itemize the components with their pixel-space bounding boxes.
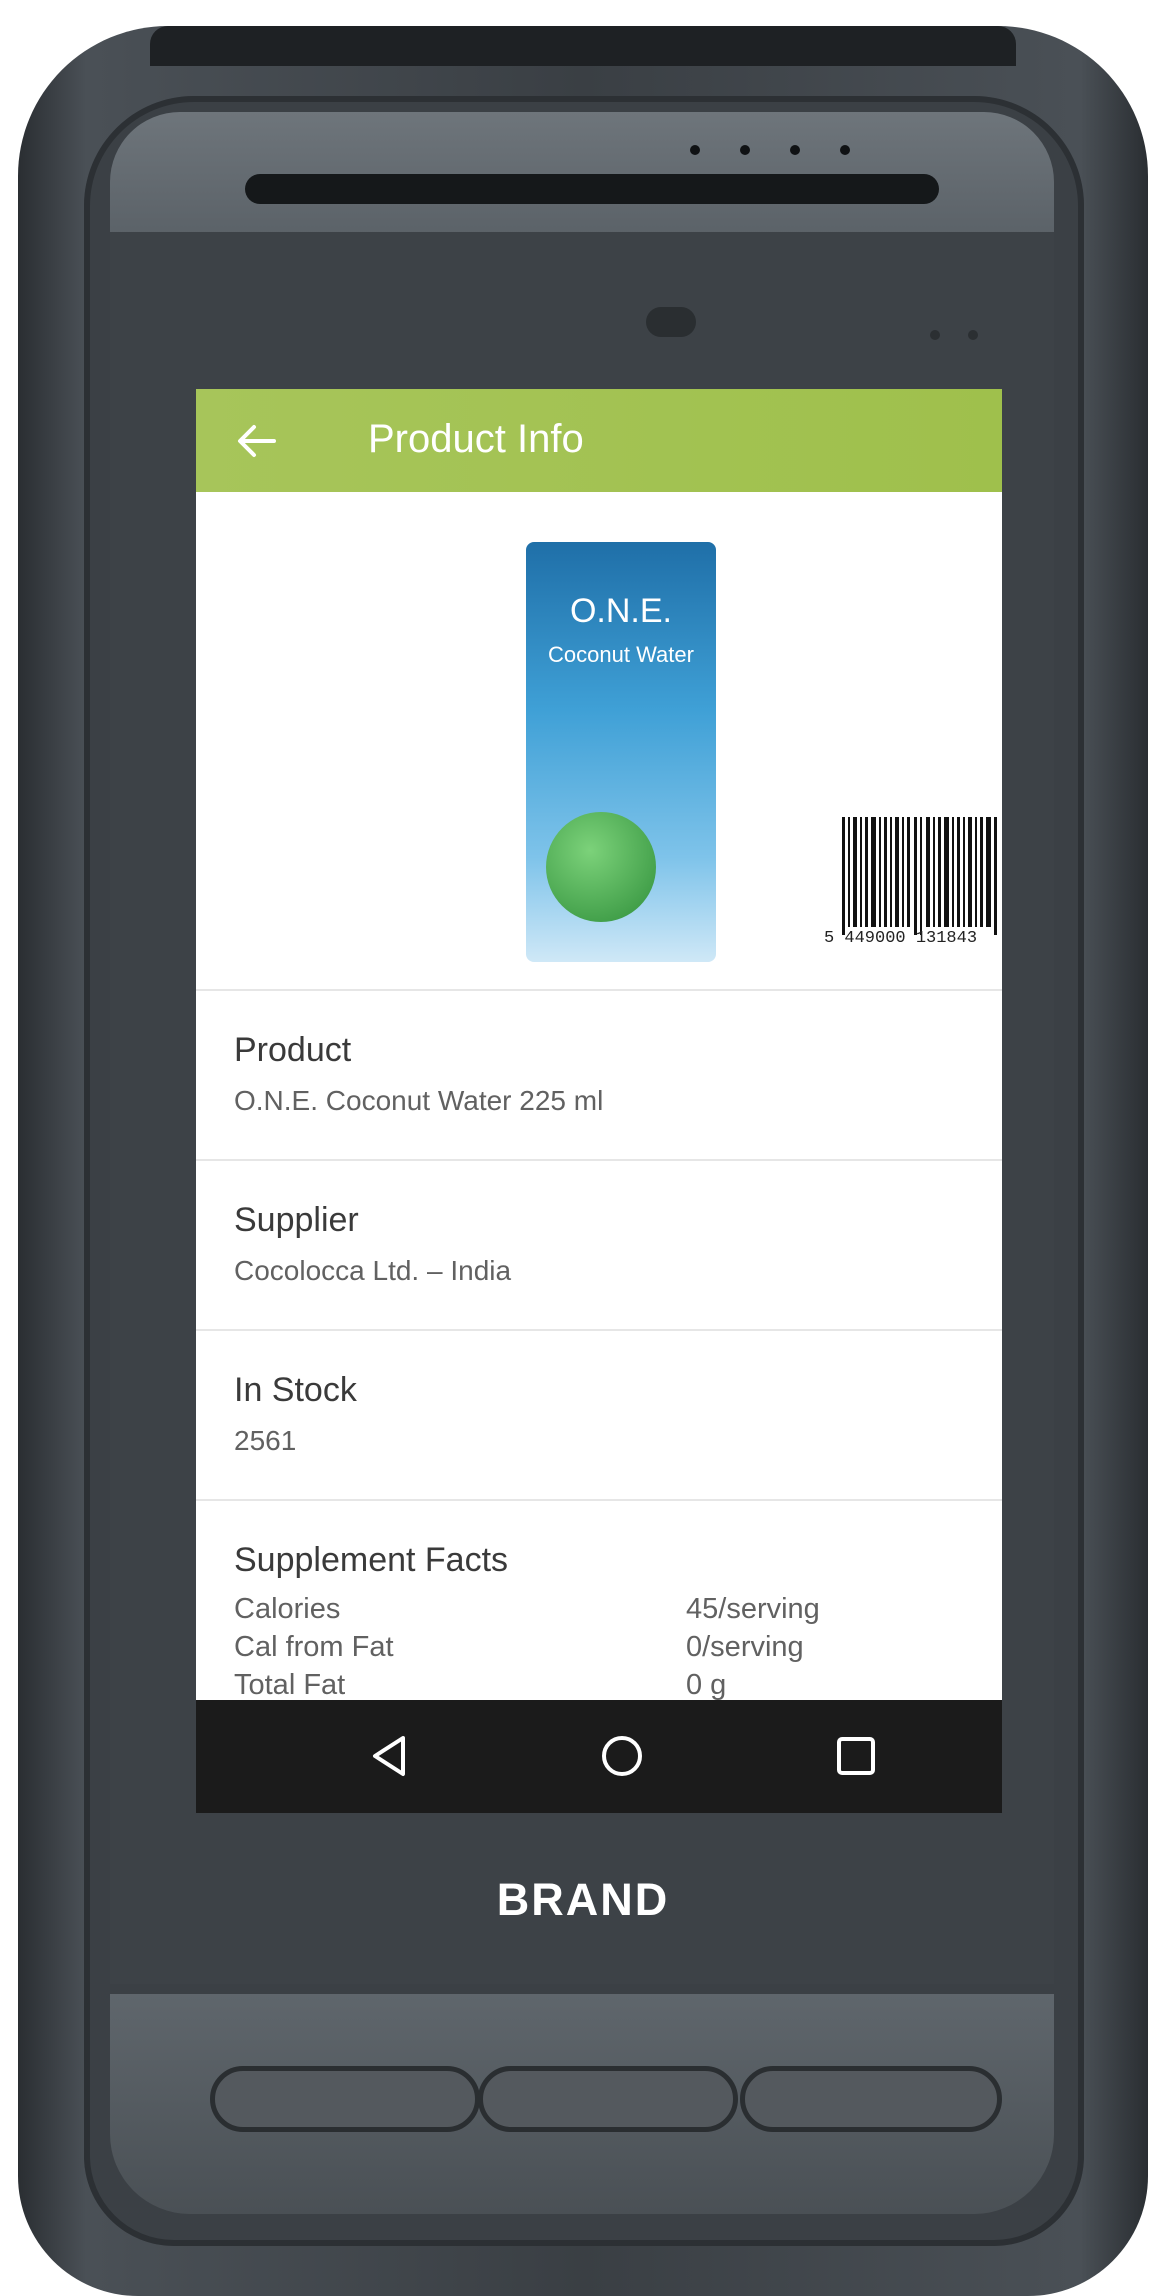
detail-label: Product xyxy=(234,1031,352,1069)
coconut-graphic xyxy=(546,812,656,922)
carton-label: Coconut Water xyxy=(548,642,694,667)
fact-value: 45/serving xyxy=(686,1593,820,1625)
phone-screen: Product Info O.N.E. Coconut Water 5 4490… xyxy=(196,389,1002,1813)
carton-brand: O.N.E. xyxy=(569,592,673,630)
detail-label: Supplier xyxy=(234,1201,359,1239)
detail-value: Cocolocca Ltd. – India xyxy=(234,1255,512,1286)
fact-name: Cal from Fat xyxy=(234,1631,394,1663)
detail-row-supplier[interactable]: Supplier Cocolocca Ltd. – India xyxy=(196,1159,1002,1331)
product-image: O.N.E. Coconut Water xyxy=(526,542,716,962)
hardware-home-key[interactable] xyxy=(478,2066,738,2132)
triangle-back-icon[interactable] xyxy=(363,1730,415,1782)
indicator-dot xyxy=(740,145,750,155)
detail-row-product[interactable]: Product O.N.E. Coconut Water 225 ml xyxy=(196,989,1002,1161)
navigation-bar xyxy=(196,1700,1002,1813)
indicator-dot xyxy=(840,145,850,155)
barcode-number: 5 449000 131843 xyxy=(824,929,978,948)
earpiece-speaker xyxy=(245,174,939,204)
hardware-menu-key[interactable] xyxy=(740,2066,1002,2132)
arrow-left-icon[interactable] xyxy=(236,423,276,459)
indicator-dot xyxy=(690,145,700,155)
barcode-icon xyxy=(842,817,997,935)
device-top-bumper xyxy=(150,26,1016,66)
device-brand-label: BRAND xyxy=(496,1874,670,1925)
circle-home-icon[interactable] xyxy=(596,1730,648,1782)
page-title: Product Info xyxy=(368,417,584,461)
detail-label: In Stock xyxy=(234,1371,357,1409)
square-recents-icon[interactable] xyxy=(830,1730,882,1782)
fact-value: 0 g xyxy=(686,1669,727,1701)
product-image-area: O.N.E. Coconut Water 5 449000 131843 xyxy=(196,492,1002,989)
fact-value: 0/serving xyxy=(686,1631,804,1663)
fact-name: Total Fat xyxy=(234,1669,346,1701)
hardware-back-key[interactable] xyxy=(210,2066,480,2132)
front-camera xyxy=(646,307,696,337)
proximity-sensor xyxy=(930,330,940,340)
supplement-label: Supplement Facts xyxy=(234,1541,509,1579)
fact-name: Calories xyxy=(234,1593,341,1625)
app-bar: Product Info xyxy=(196,389,1002,492)
detail-value: O.N.E. Coconut Water 225 ml xyxy=(234,1085,604,1116)
indicator-dot xyxy=(790,145,800,155)
detail-row-stock[interactable]: In Stock 2561 xyxy=(196,1329,1002,1501)
light-sensor xyxy=(968,330,978,340)
detail-value: 2561 xyxy=(234,1425,297,1456)
